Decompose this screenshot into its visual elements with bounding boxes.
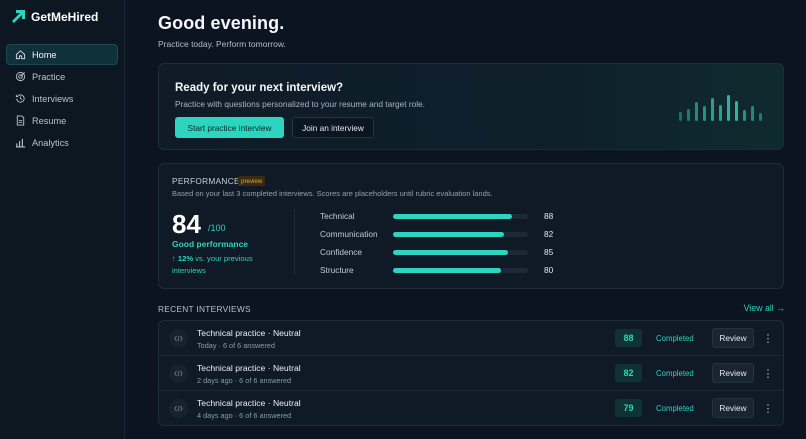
logo-arrow-icon xyxy=(12,10,25,23)
metric-track xyxy=(393,250,528,255)
metric-value: 80 xyxy=(544,265,554,275)
review-button[interactable]: Review xyxy=(712,328,754,348)
sidebar-item-label: Home xyxy=(32,49,57,60)
performance-title: PERFORMANCE xyxy=(172,176,240,186)
code-icon xyxy=(169,329,188,348)
metric-communication: Communication 82 xyxy=(320,229,560,241)
review-button[interactable]: Review xyxy=(712,398,754,418)
performance-card: PERFORMANCE preview Based on your last 3… xyxy=(158,163,784,289)
delta-value: 12% xyxy=(177,254,194,263)
metric-label: Confidence xyxy=(320,247,362,257)
metric-confidence: Confidence 85 xyxy=(320,247,560,259)
metric-label: Structure xyxy=(320,265,354,275)
page-title: Good evening. xyxy=(158,13,285,33)
metric-label: Communication xyxy=(320,229,378,239)
code-icon xyxy=(169,364,188,383)
table-row[interactable]: Technical practice · Neutral 2 days ago … xyxy=(159,356,783,391)
metric-fill xyxy=(393,214,512,219)
audio-wave-icon xyxy=(679,95,762,121)
view-all-link[interactable]: View all → xyxy=(744,303,785,313)
sidebar-item-resume[interactable]: Resume xyxy=(6,110,118,131)
hero-subtitle: Practice with questions personalized to … xyxy=(175,99,425,109)
sidebar-item-label: Practice xyxy=(32,71,66,82)
metric-track xyxy=(393,214,528,219)
score-badge: 79 xyxy=(615,399,642,417)
page-subtitle: Practice today. Perform tomorrow. xyxy=(158,39,286,49)
sidebar-item-practice[interactable]: Practice xyxy=(6,66,118,87)
preview-badge: preview xyxy=(238,176,266,186)
metric-track xyxy=(393,268,528,273)
join-interview-button[interactable]: Join an interview xyxy=(292,117,374,138)
interview-title: Technical practice · Neutral xyxy=(197,363,301,373)
interview-meta: 2 days ago · 6 of 6 answered xyxy=(197,376,292,385)
interview-title: Technical practice · Neutral xyxy=(197,328,301,338)
interview-title: Technical practice · Neutral xyxy=(197,398,301,408)
recent-interviews-list: Technical practice · Neutral Today · 6 o… xyxy=(158,320,784,426)
score-label: Good performance xyxy=(172,239,249,249)
sidebar-item-home[interactable]: Home xyxy=(6,44,118,65)
metric-label: Technical xyxy=(320,211,355,221)
metric-structure: Structure 80 xyxy=(320,265,560,277)
more-options-icon[interactable]: ⋮ xyxy=(763,365,774,381)
sidebar-item-label: Resume xyxy=(32,115,67,126)
document-icon xyxy=(15,115,26,126)
history-icon xyxy=(15,93,26,104)
score-delta: ↑ 12% vs. your previous interviews xyxy=(172,253,282,277)
status-badge: Completed xyxy=(656,404,694,413)
hero-title: Ready for your next interview? xyxy=(175,82,344,94)
sidebar-item-label: Analytics xyxy=(32,137,69,148)
status-badge: Completed xyxy=(656,369,694,378)
recent-interviews-title: RECENT INTERVIEWS xyxy=(158,304,251,314)
brand[interactable]: GetMeHired xyxy=(11,9,98,24)
interview-meta: Today · 6 of 6 answered xyxy=(197,341,275,350)
home-icon xyxy=(15,49,26,60)
performance-subtitle: Based on your last 3 completed interview… xyxy=(172,189,493,198)
score-badge: 88 xyxy=(615,329,642,347)
sidebar-item-interviews[interactable]: Interviews xyxy=(6,88,118,109)
hero-card: Ready for your next interview? Practice … xyxy=(158,63,784,150)
metric-fill xyxy=(393,250,508,255)
target-icon xyxy=(15,71,26,82)
brand-name: GetMeHired xyxy=(31,9,99,24)
arrow-up-icon: ↑ xyxy=(172,254,176,263)
divider xyxy=(294,209,295,275)
more-options-icon[interactable]: ⋮ xyxy=(763,400,774,416)
status-badge: Completed xyxy=(656,334,694,343)
review-button[interactable]: Review xyxy=(712,363,754,383)
bar-chart-icon xyxy=(15,137,26,148)
start-practice-button[interactable]: Start practice interview xyxy=(175,117,284,138)
metric-fill xyxy=(393,268,501,273)
table-row[interactable]: Technical practice · Neutral Today · 6 o… xyxy=(159,321,783,356)
metric-value: 85 xyxy=(544,247,554,257)
metric-value: 82 xyxy=(544,229,554,239)
metric-technical: Technical 88 xyxy=(320,211,560,223)
sidebar: GetMeHired Home Practice Interviews Resu… xyxy=(0,0,125,439)
score-badge: 82 xyxy=(615,364,642,382)
metric-track xyxy=(393,232,528,237)
sidebar-item-analytics[interactable]: Analytics xyxy=(6,132,118,153)
overall-score: 84 xyxy=(172,209,201,239)
interview-meta: 4 days ago · 6 of 6 answered xyxy=(197,411,292,420)
more-options-icon[interactable]: ⋮ xyxy=(763,330,774,346)
score-max: /100 xyxy=(208,223,226,233)
code-icon xyxy=(169,399,188,418)
sidebar-item-label: Interviews xyxy=(32,93,74,104)
sidebar-nav: Home Practice Interviews Resume Analytic… xyxy=(6,44,118,154)
metric-fill xyxy=(393,232,504,237)
table-row[interactable]: Technical practice · Neutral 4 days ago … xyxy=(159,391,783,425)
main-content: Good evening. Practice today. Perform to… xyxy=(158,0,785,439)
metric-value: 88 xyxy=(544,211,554,221)
